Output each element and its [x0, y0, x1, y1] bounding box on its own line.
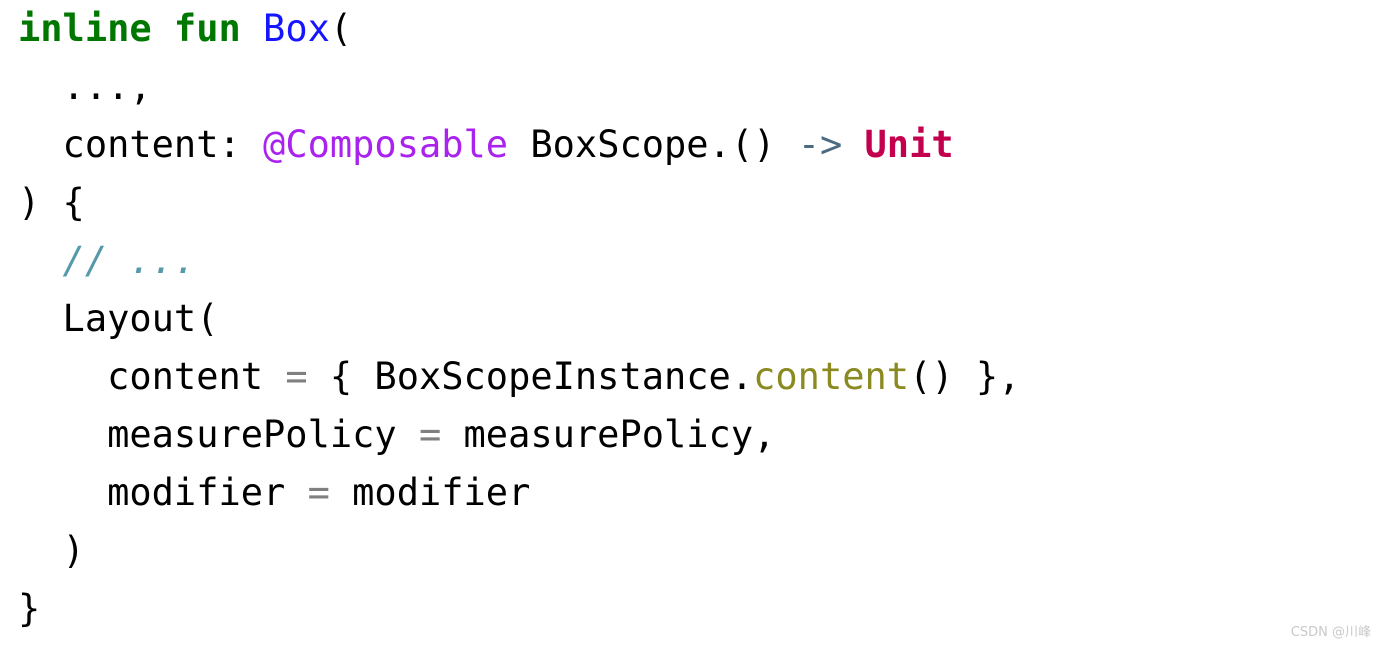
member-content-call: content — [753, 355, 910, 398]
param-content-label: content: — [18, 123, 264, 166]
csdn-watermark: CSDN @川峰 — [1290, 625, 1371, 640]
function-close-brace: } — [18, 587, 41, 630]
code-line-9: modifier = modifier — [0, 464, 1383, 522]
arg-modifier-label: modifier — [18, 471, 308, 514]
receiver-boxscope: BoxScope.() — [508, 123, 798, 166]
annotation-composable: @Composable — [263, 123, 509, 166]
arg-modifier-value: modifier — [329, 471, 531, 514]
code-line-1: inline fun Box( — [0, 0, 1383, 58]
code-line-6: Layout( — [0, 290, 1383, 348]
arg-measurepolicy-value: measurePolicy, — [441, 413, 776, 456]
ellipsis-params: ..., — [18, 65, 152, 108]
code-snippet-block: inline fun Box( ..., content: @Composabl… — [0, 0, 1383, 646]
code-line-8: measurePolicy = measurePolicy, — [0, 406, 1383, 464]
keyword-inline-fun: inline fun — [18, 7, 264, 50]
layout-close-paren: ) — [18, 529, 85, 572]
space-separator — [842, 123, 864, 166]
code-line-10: ) — [0, 522, 1383, 580]
code-line-11: } — [0, 580, 1383, 638]
arg-content-label: content — [18, 355, 286, 398]
code-line-4: ) { — [0, 174, 1383, 232]
lambda-close: () }, — [909, 355, 1021, 398]
comment-ellipsis: // ... — [18, 239, 197, 282]
code-line-2: ..., — [0, 58, 1383, 116]
code-line-7: content = { BoxScopeInstance.content() }… — [0, 348, 1383, 406]
lambda-boxscopeinstance: { BoxScopeInstance. — [307, 355, 754, 398]
function-name-box: Box — [263, 7, 330, 50]
assign-operator: = — [418, 413, 442, 456]
arg-measurepolicy-label: measurePolicy — [18, 413, 419, 456]
open-paren: ( — [329, 7, 353, 50]
code-line-3: content: @Composable BoxScope.() -> Unit — [0, 116, 1383, 174]
type-unit: Unit — [864, 123, 954, 166]
assign-operator: = — [285, 355, 308, 398]
arrow-operator: -> — [797, 123, 843, 166]
code-line-5: // ... — [0, 232, 1383, 290]
close-paren-open-brace: ) { — [18, 181, 85, 224]
assign-operator: = — [307, 471, 330, 514]
call-layout: Layout( — [18, 297, 219, 340]
